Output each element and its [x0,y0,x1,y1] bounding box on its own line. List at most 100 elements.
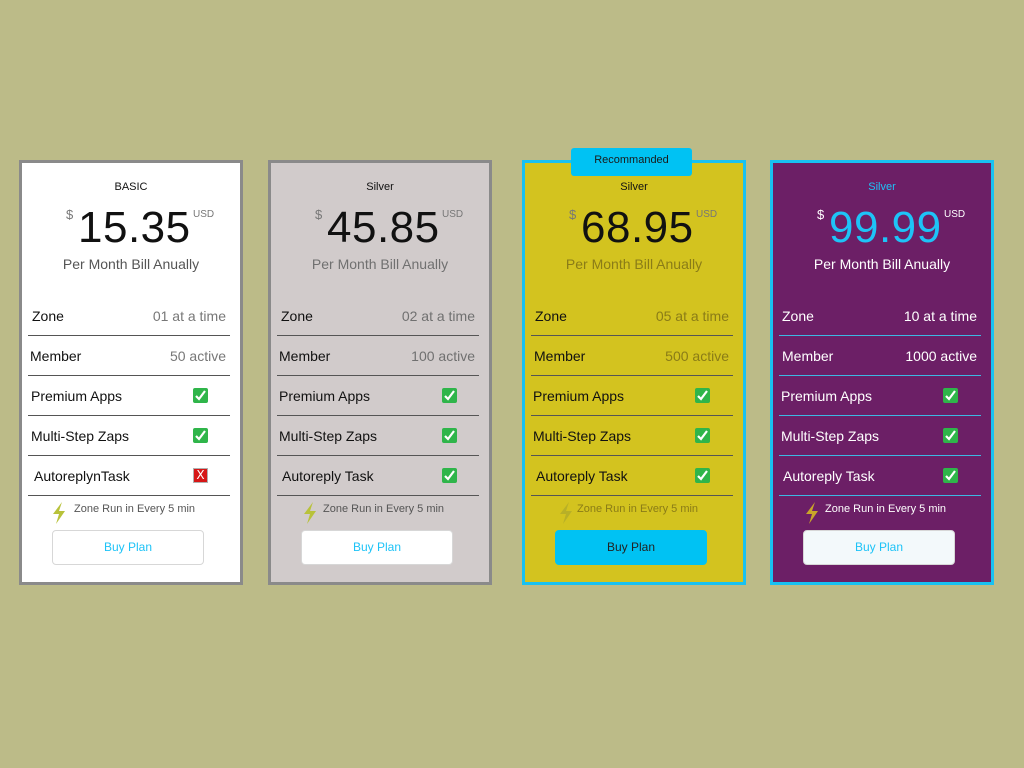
pricing-card-premium: Silver $ 99.99 USD Per Month Bill Anuall… [770,160,994,585]
buy-plan-button[interactable]: Buy Plan [52,530,204,565]
feature-label: Premium Apps [781,388,873,404]
feature-label: Member [782,348,834,364]
zone-run-text: Zone Run in Every 5 min [74,503,196,515]
feature-value: 01 at a time [152,308,226,324]
feature-row-premium-apps: Premium Apps [277,376,479,416]
feature-row-member: Member 1000 active [779,336,981,376]
feature-row-member: Member 50 active [28,336,230,376]
zone-run-text: Zone Run in Every 5 min [825,503,947,515]
check-icon [193,428,208,443]
feature-row-zone: Zone 02 at a time [277,296,479,336]
plan-name: Silver [868,181,896,193]
check-icon [943,468,958,483]
plan-name: Silver [366,181,394,193]
check-icon [442,388,457,403]
feature-row-multi-step-zaps: Multi-Step Zaps [779,416,981,456]
feature-value: 500 active [665,348,729,364]
feature-row-autoreply-task: AutoreplynTask X [28,456,230,496]
feature-value: 50 active [169,348,226,364]
feature-label: Member [279,348,331,364]
billing-period: Per Month Bill Anually [311,256,449,272]
feature-list: Zone 02 at a time Member 100 active Prem… [277,296,479,496]
feature-value: 1000 active [905,348,977,364]
billing-period: Per Month Bill Anually [62,256,200,272]
plan-price: 15.35 [78,203,191,252]
currency-unit: USD [193,209,215,220]
feature-label: Zone [281,308,313,324]
currency-symbol: $ [817,207,825,222]
feature-value: 02 at a time [401,308,475,324]
buy-plan-button[interactable]: Buy Plan [555,530,707,565]
feature-value: 05 at a time [655,308,729,324]
check-icon [695,388,710,403]
check-icon [695,468,710,483]
billing-period: Per Month Bill Anually [813,256,951,272]
currency-symbol: $ [315,207,323,222]
feature-label: Autoreply Task [282,468,374,484]
currency-unit: USD [944,209,966,220]
check-icon [943,428,958,443]
zone-run-text: Zone Run in Every 5 min [323,503,445,515]
plan-price: 45.85 [327,203,440,252]
lightning-icon [806,502,818,524]
feature-row-premium-apps: Premium Apps [779,376,981,416]
feature-row-autoreply-task: Autoreply Task [779,456,981,496]
feature-list: Zone 10 at a time Member 1000 active Pre… [779,296,981,496]
lightning-icon [304,502,316,524]
feature-label: Zone [782,308,814,324]
feature-row-premium-apps: Premium Apps [531,376,733,416]
feature-row-zone: Zone 05 at a time [531,296,733,336]
currency-unit: USD [442,209,464,220]
feature-label: Premium Apps [533,388,625,404]
feature-row-member: Member 100 active [277,336,479,376]
feature-row-member: Member 500 active [531,336,733,376]
lightning-icon [560,502,572,524]
plan-name: Silver [620,181,648,193]
pricing-card-silver: Silver $ 45.85 USD Per Month Bill Anuall… [268,160,492,585]
check-icon [695,428,710,443]
check-icon [193,388,208,403]
billing-period: Per Month Bill Anually [565,256,703,272]
currency-symbol: $ [569,207,577,222]
feature-label: Multi-Step Zaps [781,428,880,444]
currency-symbol: $ [66,207,74,222]
check-icon [442,468,457,483]
feature-row-autoreply-task: Autoreply Task [531,456,733,496]
feature-label: Multi-Step Zaps [31,428,130,444]
lightning-icon [53,502,65,524]
feature-row-multi-step-zaps: Multi-Step Zaps [28,416,230,456]
feature-label: Member [30,348,82,364]
currency-unit: USD [696,209,718,220]
feature-row-zone: Zone 10 at a time [779,296,981,336]
pricing-card-recommended: Recommanded Silver $ 68.95 USD Per Month… [522,148,746,585]
buy-plan-button[interactable]: Buy Plan [803,530,955,565]
feature-list: Zone 01 at a time Member 50 active Premi… [28,296,230,496]
feature-value: 10 at a time [903,308,977,324]
feature-row-premium-apps: Premium Apps [28,376,230,416]
feature-label: Autoreply Task [783,468,875,484]
cross-icon: X [193,468,208,483]
plan-price: 99.99 [829,203,942,252]
pricing-card-basic: BASIC $ 15.35 USD Per Month Bill Anually… [19,160,243,585]
zone-run-text: Zone Run in Every 5 min [577,503,699,515]
feature-label: AutoreplynTask [34,468,130,484]
buy-plan-button[interactable]: Buy Plan [301,530,453,565]
plan-price: 68.95 [581,203,694,252]
feature-row-autoreply-task: Autoreply Task [277,456,479,496]
feature-row-multi-step-zaps: Multi-Step Zaps [277,416,479,456]
feature-row-zone: Zone 01 at a time [28,296,230,336]
feature-label: Premium Apps [31,388,123,404]
feature-list: Zone 05 at a time Member 500 active Prem… [531,296,733,496]
recommended-badge: Recommanded [571,148,692,176]
feature-label: Premium Apps [279,388,371,404]
feature-label: Member [534,348,586,364]
plan-name: BASIC [114,181,148,193]
feature-row-multi-step-zaps: Multi-Step Zaps [531,416,733,456]
feature-label: Multi-Step Zaps [533,428,632,444]
feature-label: Multi-Step Zaps [279,428,378,444]
feature-label: Zone [32,308,64,324]
feature-label: Autoreply Task [536,468,628,484]
check-icon [442,428,457,443]
feature-value: 100 active [411,348,475,364]
check-icon [943,388,958,403]
